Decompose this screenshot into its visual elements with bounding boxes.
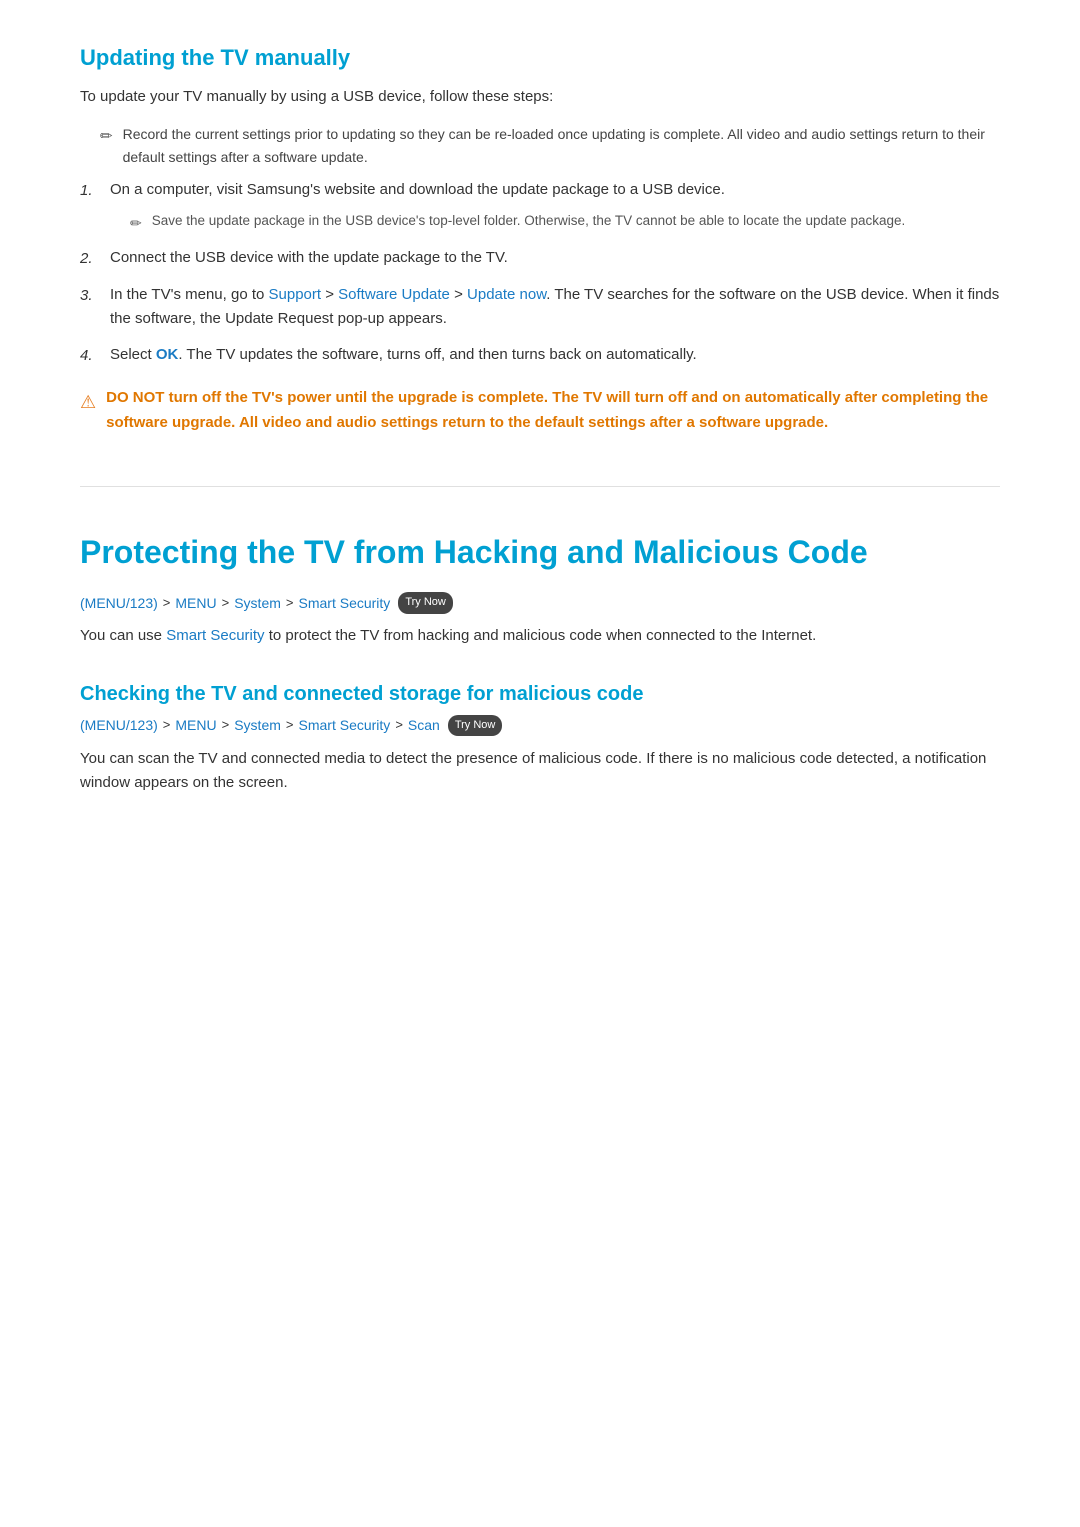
pre-note-text: Record the current settings prior to upd… <box>123 123 1000 168</box>
step-3-link-support[interactable]: Support <box>269 286 322 303</box>
bc-smart-security-1: Smart Security <box>299 592 391 614</box>
step-1-content: On a computer, visit Samsung's website a… <box>110 178 1000 234</box>
updating-title: Updating the TV manually <box>80 40 1000 75</box>
protecting-desc-before: You can use <box>80 627 166 644</box>
updating-section: Updating the TV manually To update your … <box>80 40 1000 436</box>
bc-sep-5: > <box>222 715 230 736</box>
pencil-icon-2: ✏ <box>130 212 142 234</box>
protecting-title: Protecting the TV from Hacking and Malic… <box>80 527 1000 578</box>
updating-intro: To update your TV manually by using a US… <box>80 85 1000 109</box>
step-3-content: In the TV's menu, go to Support > Softwa… <box>110 283 1000 331</box>
try-now-badge-2[interactable]: Try Now <box>448 715 503 737</box>
bc-sep-6: > <box>286 715 294 736</box>
step-3-sep1: > <box>321 286 338 303</box>
warning-text: DO NOT turn off the TV's power until the… <box>106 386 1000 436</box>
bc-menu123-1: (MENU/123) <box>80 592 158 614</box>
bc-smart-security-2: Smart Security <box>299 714 391 736</box>
step-3-number: 3. <box>80 283 110 308</box>
bc-menu-2: MENU <box>175 714 216 736</box>
protecting-description: You can use Smart Security to protect th… <box>80 624 1000 648</box>
step-4-content: Select OK. The TV updates the software, … <box>110 343 1000 367</box>
step-2-number: 2. <box>80 246 110 271</box>
bc-menu123-2: (MENU/123) <box>80 714 158 736</box>
step-1-text: On a computer, visit Samsung's website a… <box>110 181 725 198</box>
pre-note: ✏ Record the current settings prior to u… <box>100 123 1000 168</box>
checking-section: Checking the TV and connected storage fo… <box>80 678 1000 794</box>
steps-list: 1. On a computer, visit Samsung's websit… <box>80 178 1000 368</box>
bc-system-1: System <box>234 592 281 614</box>
bc-menu-1: MENU <box>175 592 216 614</box>
step-2-text: Connect the USB device with the update p… <box>110 249 508 266</box>
bc-sep-3: > <box>286 593 294 614</box>
warning-box: ⚠ DO NOT turn off the TV's power until t… <box>80 386 1000 436</box>
checking-title: Checking the TV and connected storage fo… <box>80 678 1000 710</box>
step-3-link-software-update[interactable]: Software Update <box>338 286 450 303</box>
step-1-note-text: Save the update package in the USB devic… <box>152 210 906 232</box>
step-4-text-before: Select <box>110 346 156 363</box>
step-4-ok: OK <box>156 346 179 363</box>
protecting-breadcrumb: (MENU/123) > MENU > System > Smart Secur… <box>80 592 1000 614</box>
step-4-text-after: . The TV updates the software, turns off… <box>178 346 696 363</box>
protecting-desc-after: to protect the TV from hacking and malic… <box>265 627 817 644</box>
step-3-link-update-now[interactable]: Update now <box>467 286 546 303</box>
bc-sep-1: > <box>163 593 171 614</box>
step-3-text-before: In the TV's menu, go to <box>110 286 269 303</box>
bc-scan: Scan <box>408 714 440 736</box>
protecting-section: Protecting the TV from Hacking and Malic… <box>80 486 1000 649</box>
step-3-sep2: > <box>450 286 467 303</box>
bc-sep-4: > <box>163 715 171 736</box>
bc-system-2: System <box>234 714 281 736</box>
checking-breadcrumb: (MENU/123) > MENU > System > Smart Secur… <box>80 714 1000 736</box>
step-1-note: ✏ Save the update package in the USB dev… <box>130 210 1000 234</box>
step-2: 2. Connect the USB device with the updat… <box>80 246 1000 271</box>
protecting-smart-security-link[interactable]: Smart Security <box>166 627 264 644</box>
warning-triangle-icon: ⚠ <box>80 388 96 417</box>
bc-sep-2: > <box>222 593 230 614</box>
checking-description: You can scan the TV and connected media … <box>80 747 1000 795</box>
step-4-number: 4. <box>80 343 110 368</box>
bc-sep-7: > <box>395 715 403 736</box>
step-2-content: Connect the USB device with the update p… <box>110 246 1000 270</box>
try-now-badge-1[interactable]: Try Now <box>398 592 453 614</box>
step-4: 4. Select OK. The TV updates the softwar… <box>80 343 1000 368</box>
step-3: 3. In the TV's menu, go to Support > Sof… <box>80 283 1000 331</box>
step-1: 1. On a computer, visit Samsung's websit… <box>80 178 1000 234</box>
pencil-icon-1: ✏ <box>100 125 113 149</box>
step-1-number: 1. <box>80 178 110 203</box>
